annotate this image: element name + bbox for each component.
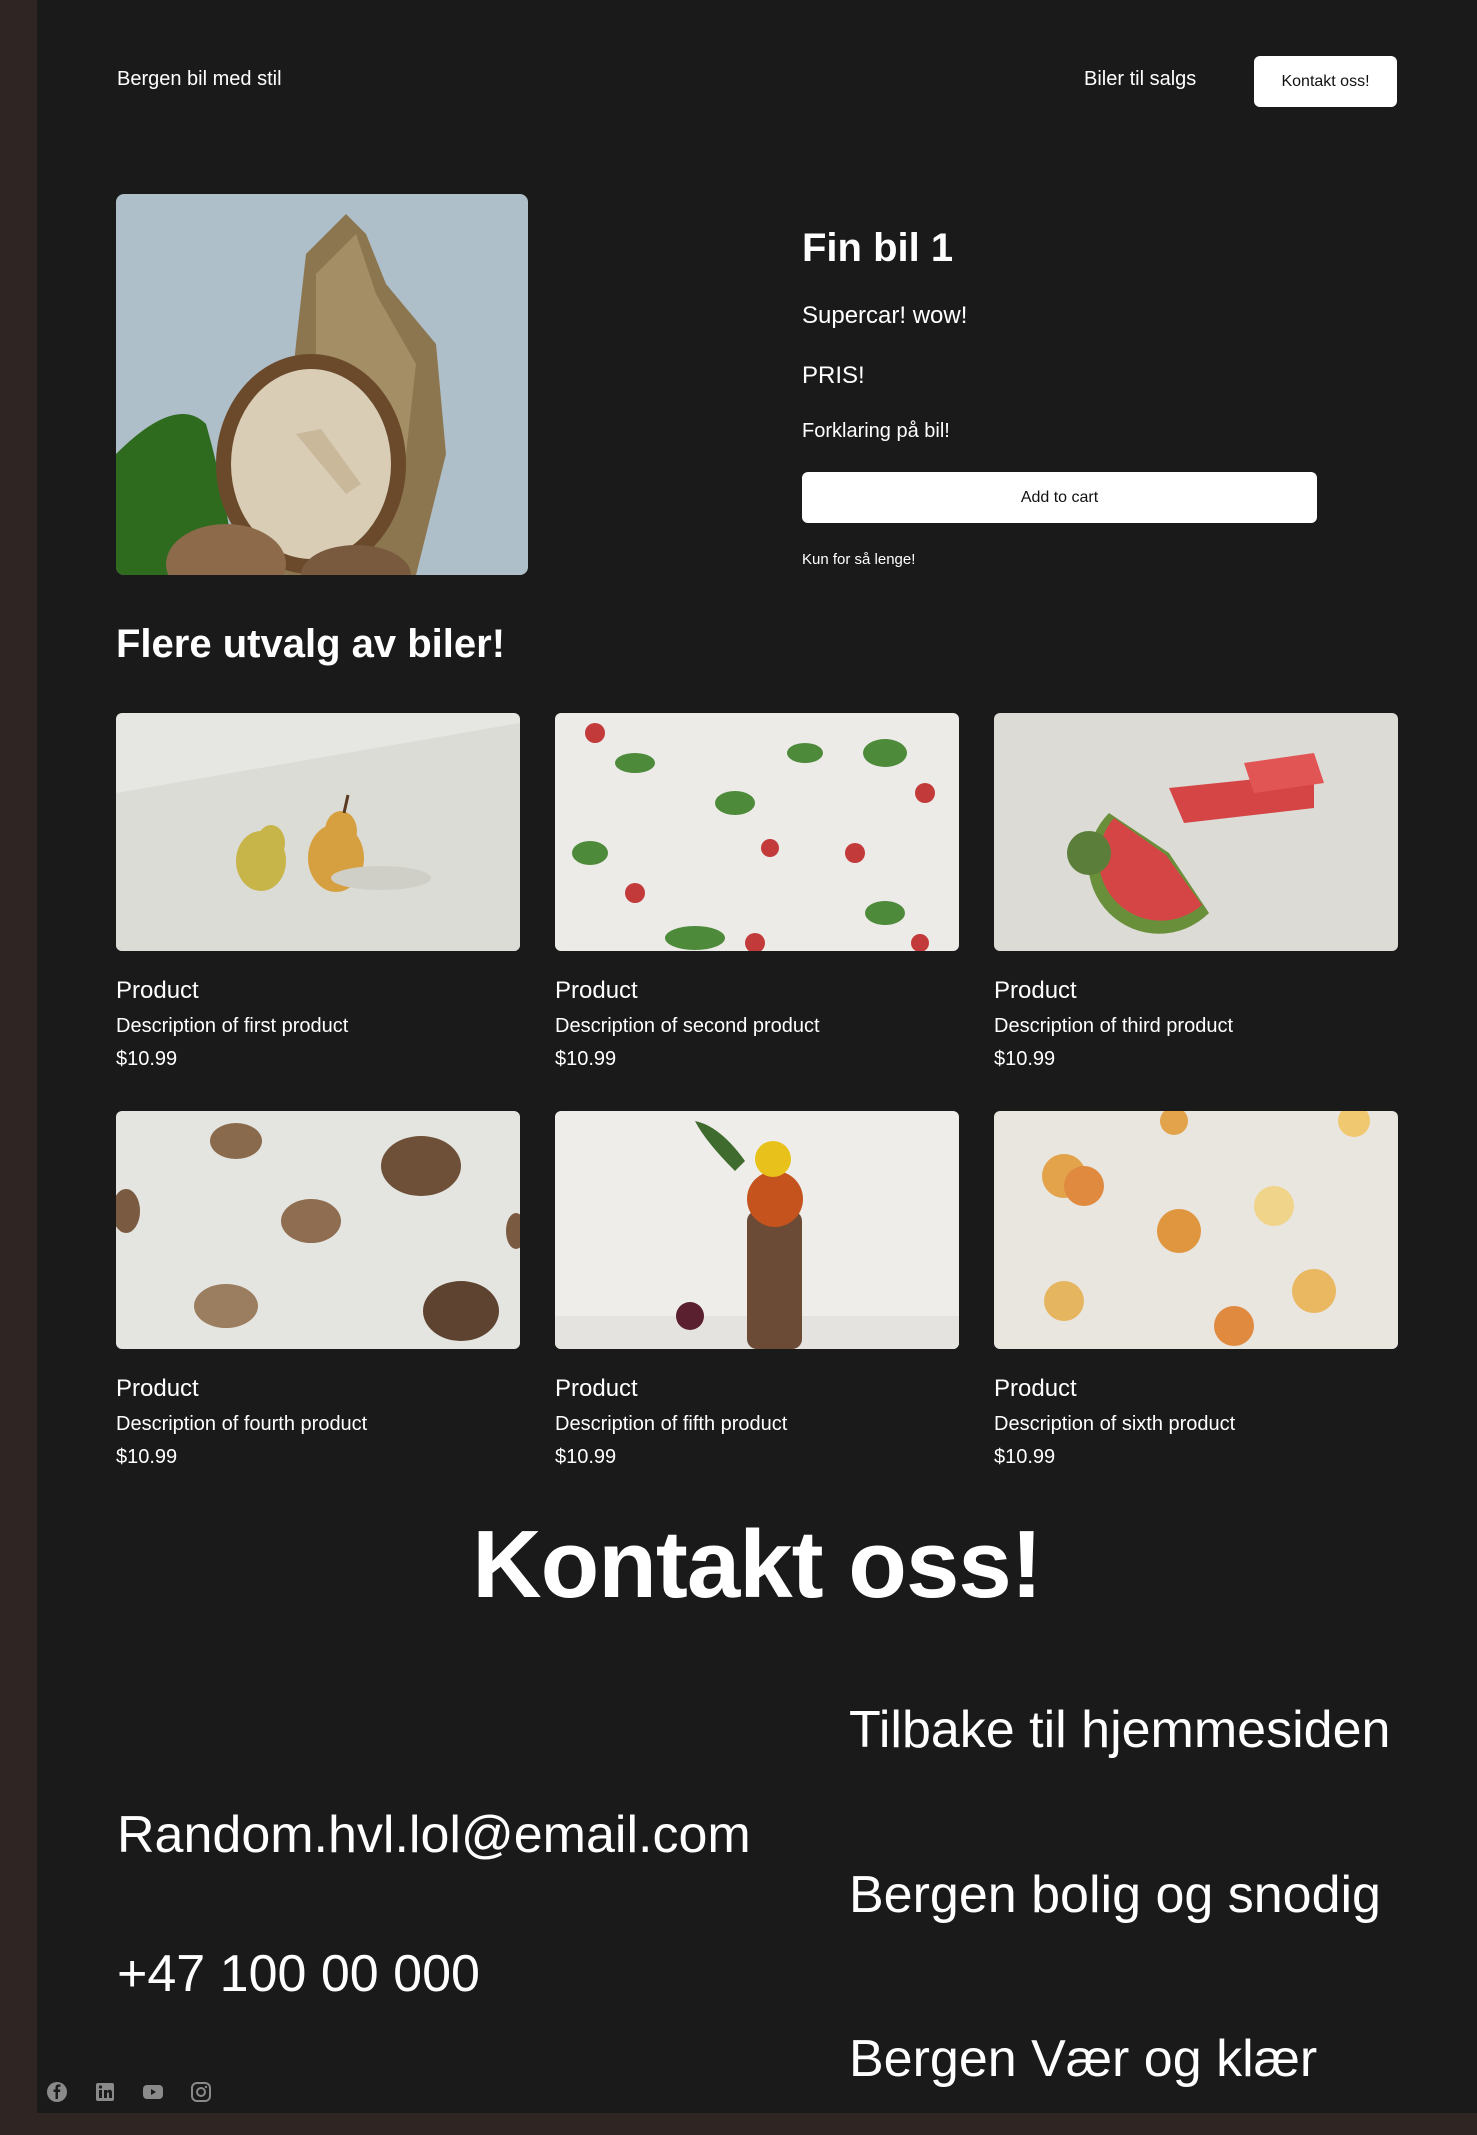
contact-email[interactable]: Random.hvl.lol@email.com — [117, 1805, 751, 1865]
add-to-cart-button[interactable]: Add to cart — [802, 472, 1317, 523]
product-description: Description of second product — [555, 1015, 820, 1037]
product-card[interactable]: Product Description of fifth product $10… — [555, 1111, 959, 1469]
linkedin-icon[interactable] — [93, 2080, 117, 2104]
product-name: Product — [555, 977, 638, 1004]
contact-heading: Kontakt oss! — [472, 1511, 1042, 1618]
product-name: Product — [555, 1375, 638, 1402]
product-price: $10.99 — [555, 1048, 617, 1070]
instagram-icon[interactable] — [189, 2080, 213, 2104]
site-brand[interactable]: Bergen bil med stil — [117, 68, 282, 91]
footer-link-bolig[interactable]: Bergen bolig og snodig — [849, 1865, 1381, 1925]
product-image-bread-stack — [555, 1111, 959, 1349]
product-description: Description of fifth product — [555, 1413, 788, 1435]
products-section-title: Flere utvalg av biler! — [116, 622, 506, 666]
product-subtitle: Supercar! wow! — [802, 302, 968, 329]
product-card[interactable]: Product Description of first product $10… — [116, 713, 520, 1071]
product-price: $10.99 — [116, 1446, 178, 1468]
product-price: $10.99 — [116, 1048, 178, 1070]
contact-button[interactable]: Kontakt oss! — [1254, 56, 1397, 107]
contact-phone[interactable]: +47 100 00 000 — [117, 1944, 480, 2004]
product-name: Product — [116, 977, 199, 1004]
product-description: Description of first product — [116, 1015, 349, 1037]
product-card[interactable]: Product Description of third product $10… — [994, 713, 1398, 1071]
product-description: Forklaring på bil! — [802, 420, 950, 442]
product-price: PRIS! — [802, 362, 865, 389]
product-description: Description of fourth product — [116, 1413, 368, 1435]
hero-image — [116, 194, 528, 575]
product-name: Product — [994, 1375, 1077, 1402]
product-card[interactable]: Product Description of fourth product $1… — [116, 1111, 520, 1469]
facebook-icon[interactable] — [45, 2080, 69, 2104]
product-price: $10.99 — [994, 1446, 1056, 1468]
product-description: Description of sixth product — [994, 1413, 1236, 1435]
product-image-pears — [116, 713, 520, 951]
product-name: Product — [116, 1375, 199, 1402]
product-price: $10.99 — [994, 1048, 1056, 1070]
footer-link-vaer[interactable]: Bergen Vær og klær — [849, 2029, 1317, 2089]
product-card[interactable]: Product Description of sixth product $10… — [994, 1111, 1398, 1469]
product-image-radishes — [555, 713, 959, 951]
product-card[interactable]: Product Description of second product $1… — [555, 713, 959, 1071]
page: Bergen bil med stil Biler til salgs Kont… — [37, 0, 1477, 2113]
product-price: $10.99 — [555, 1446, 617, 1468]
product-image-watermelon — [994, 713, 1398, 951]
product-image-cherries — [994, 1111, 1398, 1349]
product-title: Fin bil 1 — [802, 226, 954, 270]
product-name: Product — [994, 977, 1077, 1004]
product-image-mushrooms — [116, 1111, 520, 1349]
nav-link-cars-for-sale[interactable]: Biler til salgs — [1084, 68, 1196, 91]
footer-link-home[interactable]: Tilbake til hjemmesiden — [849, 1700, 1390, 1760]
product-description: Description of third product — [994, 1015, 1234, 1037]
limited-offer-note: Kun for så lenge! — [802, 551, 916, 568]
social-links — [45, 2080, 213, 2104]
youtube-icon[interactable] — [141, 2080, 165, 2104]
